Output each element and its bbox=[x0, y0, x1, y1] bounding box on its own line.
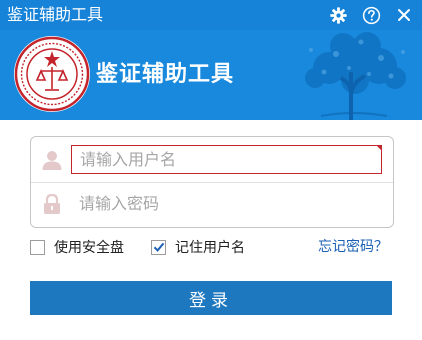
use-security-disk-label: 使用安全盘 bbox=[54, 240, 124, 256]
forgot-password-link[interactable]: 忘记密码？ bbox=[318, 238, 388, 256]
help-button[interactable] bbox=[361, 5, 381, 25]
seal-logo bbox=[14, 36, 90, 112]
login-window: 鉴证辅助工具 鉴证辅助工具 请输入用户名 使用安全盘 记住用户名 忘记密码？ 登… bbox=[0, 0, 422, 340]
login-button[interactable]: 登录 bbox=[30, 281, 392, 315]
close-button[interactable] bbox=[394, 5, 414, 25]
tree-illustration bbox=[305, 32, 406, 120]
title-bar[interactable]: 鉴证辅助工具 bbox=[0, 0, 422, 30]
required-marker bbox=[376, 145, 382, 151]
username-input[interactable] bbox=[71, 145, 382, 174]
remember-username-label: 记住用户名 bbox=[175, 240, 245, 256]
gear-icon bbox=[329, 6, 347, 24]
user-icon bbox=[42, 151, 62, 170]
use-security-disk-checkbox[interactable] bbox=[30, 239, 45, 255]
settings-button[interactable] bbox=[328, 5, 348, 25]
use-security-disk-option[interactable]: 使用安全盘 bbox=[30, 238, 124, 256]
remember-username-option[interactable]: 记住用户名 bbox=[151, 238, 245, 256]
login-form bbox=[30, 136, 394, 228]
field-divider bbox=[31, 182, 393, 183]
lock-icon bbox=[44, 193, 60, 214]
help-icon bbox=[362, 6, 380, 24]
username-field-frame bbox=[71, 145, 382, 174]
checkmark-icon bbox=[153, 242, 165, 252]
remember-username-checkbox[interactable] bbox=[151, 239, 166, 255]
window-title: 鉴证辅助工具 bbox=[7, 5, 104, 24]
app-title: 鉴证辅助工具 bbox=[96, 62, 235, 87]
password-input[interactable] bbox=[71, 189, 379, 217]
header-banner: 鉴证辅助工具 bbox=[0, 30, 422, 120]
close-icon bbox=[398, 9, 410, 21]
